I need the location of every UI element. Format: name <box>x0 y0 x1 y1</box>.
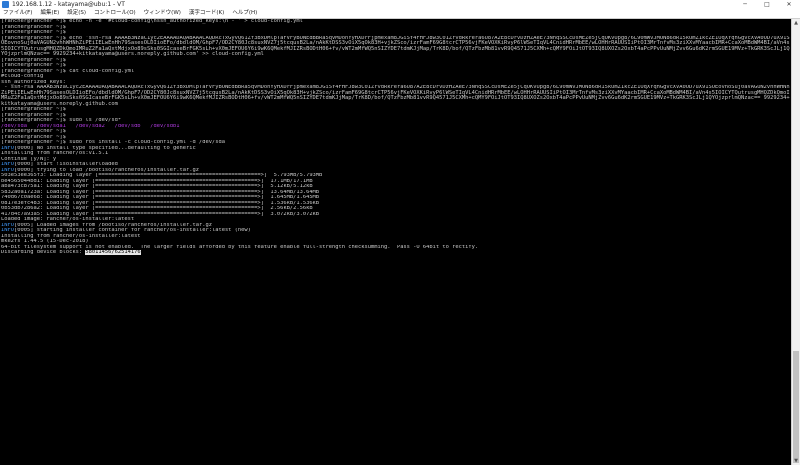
menu-window[interactable]: ウィンドウ(W) <box>140 9 185 18</box>
terminal-line-text: /dev/sda /dev/sda1 /dev/sda2 /dev/sdb /d… <box>1 123 180 129</box>
terminal-line-text: [rancher@rancher ~]$ <box>1 129 66 134</box>
terminal-line-text: mke2fs 1.44.5 (15-Dec-2018) <box>1 239 89 244</box>
terminal-line-text: [0000] start !isoinstallerloaded <box>13 162 118 167</box>
terminal-line-text: 0817e3efc483: Loading layer [===========… <box>1 200 320 206</box>
terminal-line: - ssh-rsa AAAAB3NzaC1yc2EAAAADAQABAAACAQ… <box>1 85 792 107</box>
terminal-window: 192.168.1.12 - katayama@ubu:1 - VT ─ □ ✕… <box>0 0 800 465</box>
terminal-line: [rancher@rancher ~]$ echo 'ssh-rsa AAAAB… <box>1 36 792 58</box>
minimize-button[interactable]: ─ <box>734 0 756 9</box>
terminal-line-text: 64-bit filesystem support is not enabled… <box>1 244 479 250</box>
terminal-line-text: [rancher@rancher ~]$ <box>1 63 66 68</box>
terminal-line-text: 503e53ee365f3: Loading layer [==========… <box>1 173 323 178</box>
log-level-tag: INFO <box>1 222 14 228</box>
terminal-line-text: 5832a0a1723a: Loading layer [===========… <box>1 189 320 195</box>
terminal-line-text: Loaded image: rancher/os-installer:lates… <box>1 217 135 222</box>
terminal-line-text: [rancher@rancher ~]$ echo 'ssh-rsa AAAAB… <box>1 35 790 57</box>
terminal-line-text: Installing from rancher/os-installer:lat… <box>1 233 141 239</box>
scroll-down-arrow-icon[interactable]: ▼ <box>792 457 800 465</box>
terminal-line-text: [rancher@rancher ~]$ cat cloud-config.ym… <box>1 68 135 74</box>
menu-settings[interactable]: 設定(S) <box>63 9 90 18</box>
terminal-line-text: #cloud-config <box>1 74 44 79</box>
maximize-button[interactable]: □ <box>756 0 778 9</box>
scroll-up-arrow-icon[interactable]: ▲ <box>792 19 800 27</box>
terminal-line-text: aba473c875a1: Loading layer [===========… <box>1 184 313 189</box>
log-level-tag: INFO <box>1 145 14 151</box>
terminal-line-text: [rancher@rancher ~]$ sudo ros install -c… <box>1 140 225 145</box>
terminal-line-text: [rancher@rancher ~]$ <box>1 30 66 35</box>
terminal-line-text: 0b53db7286a2: Loading layer [===========… <box>1 206 313 211</box>
terminal-line-text: 417d4c7a93a5: Loading layer [===========… <box>1 211 320 217</box>
terminal-line-text: [0005] starting installer container for … <box>13 228 251 233</box>
log-level-tag: INFO <box>1 167 14 173</box>
terminal-line-text: [0000] No install type specified...defau… <box>13 145 196 151</box>
menu-kanji-code[interactable]: 漢字コード(K) <box>185 9 228 18</box>
terminal-line-text: [rancher@rancher ~]$ <box>1 134 66 140</box>
menu-file[interactable]: ファイル(F) <box>0 9 36 18</box>
terminal-line-text: [rancher@rancher ~]$ <box>1 57 66 63</box>
terminal-line-text: [rancher@rancher ~]$ <box>1 112 66 118</box>
menu-bar: ファイル(F) 編集(E) 設定(S) コントロール(O) ウィンドウ(W) 漢… <box>0 9 800 19</box>
terminal-line-text: 740d67c0ae68: Loading layer [===========… <box>1 195 320 200</box>
progress-text-with-cursor: 58011456/62514176 <box>85 250 141 255</box>
terminal-line-text: [rancher@rancher ~]$ sudo ls /dev/sd* <box>1 118 122 123</box>
terminal-line-text: [0005] Loaded images from /bootiso/ranch… <box>13 222 212 228</box>
terminal-line-text: Installing from rancher/os:v1.5.1 <box>1 151 109 156</box>
terminal-output[interactable]: [rancher@rancher ~]$ echo -n -e '#cloud-… <box>1 19 792 465</box>
terminal-line-text: [rancher@rancher ~]$ echo -n -e '#cloud-… <box>1 19 303 24</box>
close-button[interactable]: ✕ <box>778 0 800 9</box>
vertical-scrollbar[interactable]: ▲ ▼ <box>791 19 800 465</box>
menu-edit[interactable]: 編集(E) <box>36 9 63 18</box>
terminal-line-text: [rancher@rancher ~]$ <box>1 24 66 30</box>
terminal-line-text: - ssh-rsa AAAAB3NzaC1yc2EAAAADAQABAAACAQ… <box>1 85 790 107</box>
terminal-line-text: be4565044bd1: Loading layer [===========… <box>1 178 313 184</box>
scroll-thumb[interactable] <box>793 351 799 463</box>
terminal-line-text: ssh_authorized_keys: <box>1 79 66 85</box>
window-title: 192.168.1.12 - katayama@ubu:1 - VT <box>12 1 125 8</box>
terminal-app-icon <box>2 1 9 8</box>
menu-help[interactable]: ヘルプ(H) <box>228 9 261 18</box>
log-level-tag: INFO <box>1 162 14 167</box>
menu-control[interactable]: コントロール(O) <box>90 9 140 18</box>
window-controls: ─ □ ✕ <box>734 0 800 9</box>
terminal-line-text: Discarding device blocks: <box>1 250 86 255</box>
log-level-tag: INFO <box>1 228 14 233</box>
terminal-line-text: Continue [y/N]: y <box>1 156 57 162</box>
terminal-line-text: [0000] trying to load /bootiso/rancheros… <box>13 167 199 173</box>
terminal-line: Discarding device blocks: 58011456/62514… <box>1 250 792 256</box>
terminal-line-text: [rancher@rancher ~]$ <box>1 107 66 112</box>
